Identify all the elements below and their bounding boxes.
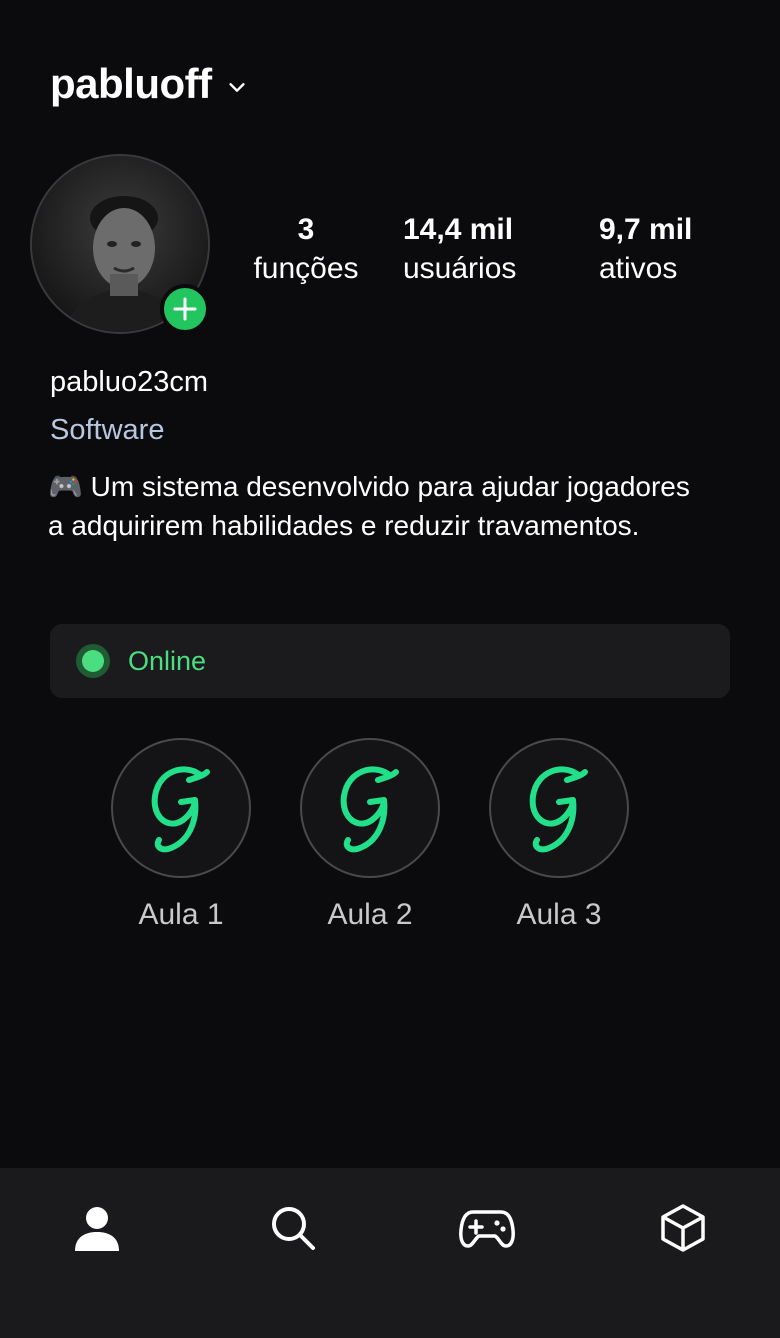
highlight-aula-2[interactable]: Aula 2	[300, 738, 440, 932]
stat-value: 14,4 mil	[403, 213, 514, 246]
g-logo-icon	[340, 766, 399, 853]
stat-label: funções	[253, 252, 359, 285]
bottom-nav	[0, 1168, 780, 1338]
highlight-ring[interactable]	[111, 738, 251, 878]
gamepad-icon	[459, 1210, 515, 1248]
status-label: Online	[128, 645, 207, 676]
stat-label: ativos	[599, 252, 678, 285]
nav-profile[interactable]	[67, 1198, 127, 1258]
add-story-button[interactable]	[160, 284, 210, 334]
stat-funcoes[interactable]: 3 funções	[250, 212, 362, 290]
highlight-label: Aula 3	[516, 898, 602, 931]
nav-products[interactable]	[653, 1198, 713, 1258]
nav-games[interactable]	[457, 1198, 517, 1258]
stat-value: 9,7 mil	[599, 213, 693, 246]
highlight-aula-3[interactable]: Aula 3	[489, 738, 629, 932]
status-indicator: Online	[50, 624, 730, 698]
account-username: pabluoff	[50, 60, 212, 107]
online-dot-icon	[76, 644, 110, 678]
account-switcher[interactable]: pabluoff	[50, 60, 248, 108]
highlight-ring[interactable]	[489, 738, 629, 878]
profile-bio: 🎮 Um sistema desenvolvido para ajudar jo…	[48, 471, 690, 541]
search-icon	[272, 1207, 315, 1250]
profile-category: Software	[50, 414, 165, 446]
g-logo-icon	[529, 766, 588, 853]
stat-label: usuários	[403, 252, 517, 285]
plus-icon	[173, 297, 197, 321]
user-icon	[75, 1207, 119, 1251]
nav-search[interactable]	[263, 1198, 323, 1258]
chevron-down-icon	[229, 83, 245, 92]
highlight-label: Aula 1	[138, 898, 224, 931]
cube-icon	[661, 1204, 705, 1252]
highlight-label: Aula 2	[327, 898, 413, 931]
stat-ativos[interactable]: 9,7 mil ativos	[599, 212, 692, 290]
stat-value: 3	[297, 213, 315, 246]
highlight-ring[interactable]	[300, 738, 440, 878]
profile-name: pabluo23cm	[50, 366, 208, 398]
highlight-aula-1[interactable]: Aula 1	[111, 738, 251, 932]
g-logo-icon	[151, 766, 210, 853]
stat-usuarios[interactable]: 14,4 mil usuários	[403, 212, 516, 290]
